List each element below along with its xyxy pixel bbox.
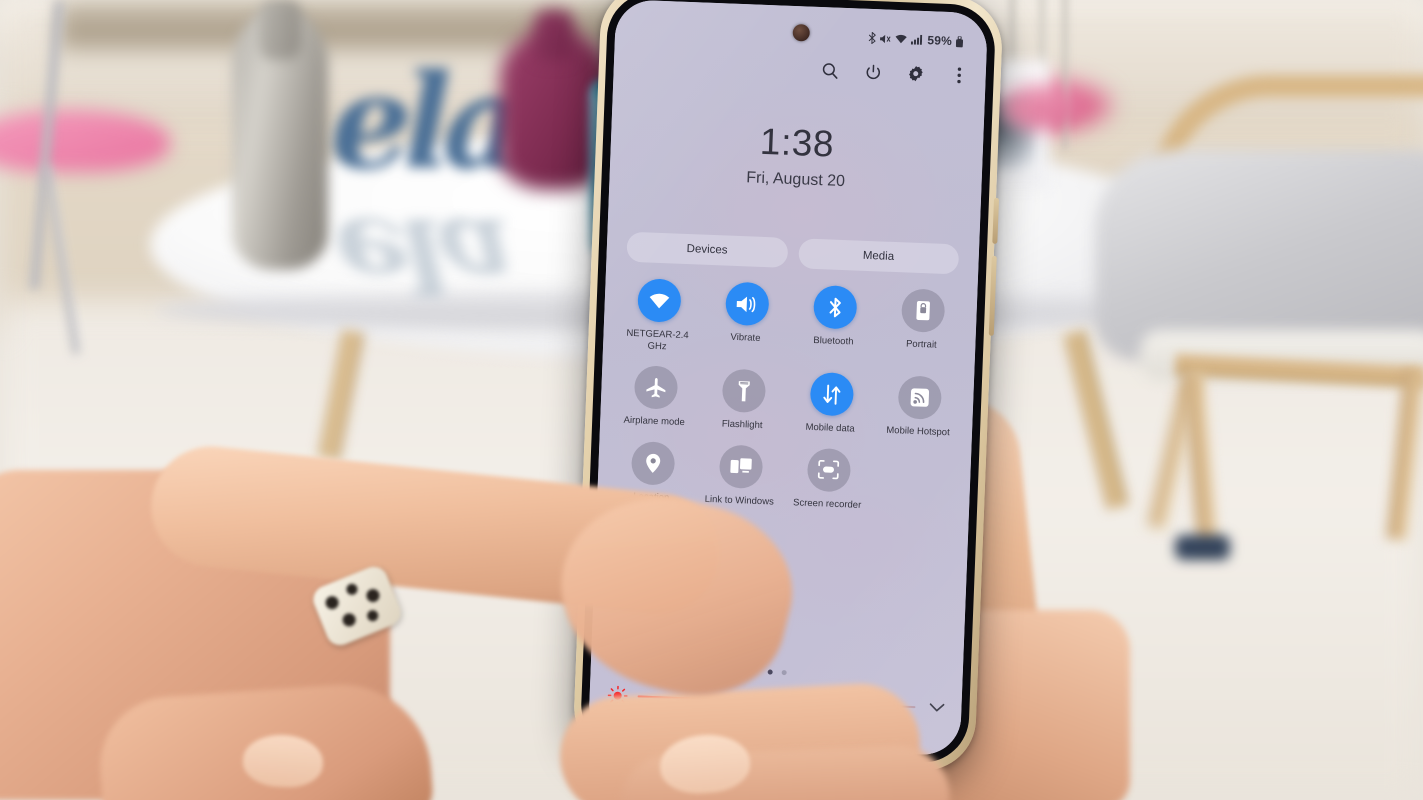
search-button[interactable]: [818, 59, 841, 82]
toggle-flashlight[interactable]: Flashlight: [698, 368, 788, 433]
wifi-icon: [636, 278, 682, 323]
clock-widget[interactable]: 1:38 Fri, August 20: [609, 117, 983, 196]
toggle-portrait[interactable]: Portrait: [877, 287, 968, 363]
clock-time: 1:38: [759, 120, 835, 165]
screen-recorder-icon: [806, 447, 851, 492]
hotspot-icon: [897, 375, 942, 420]
script-reflection: ela: [335, 194, 505, 315]
toggle-bluetooth[interactable]: Bluetooth: [789, 284, 880, 360]
pink-vase-right: [1000, 85, 1080, 130]
page-dot-active[interactable]: [767, 669, 773, 675]
toggle-label: Mobile data: [805, 421, 855, 435]
chair-foot: [1175, 535, 1230, 560]
toggle-label: Bluetooth: [813, 334, 854, 348]
bluetooth-icon: [812, 284, 858, 330]
devices-media-row: Devices Media: [626, 231, 960, 275]
signal-icon: [911, 34, 923, 45]
metal-rail: [1063, 0, 1068, 150]
bluetooth-icon: [868, 31, 877, 45]
screenshot-scene: ela ela 59% 1:38 Fri, August 20 Devices …: [0, 0, 1423, 800]
page-dot[interactable]: [781, 669, 787, 676]
link-to-windows-icon: [718, 443, 763, 489]
toggle-wifi[interactable]: NETGEAR-2.4 GHz: [613, 277, 704, 353]
devices-button[interactable]: Devices: [626, 231, 788, 268]
battery-icon: [955, 35, 964, 47]
flashlight-icon: [721, 368, 766, 414]
toggle-mobile-hotspot[interactable]: Mobile Hotspot: [874, 374, 964, 439]
quick-settings-header: [818, 59, 970, 87]
toggle-link-to-windows[interactable]: Link to Windows: [695, 443, 785, 508]
toggle-label: Airplane mode: [623, 414, 686, 429]
battery-percent-label: 59%: [927, 33, 953, 49]
toggle-label: Flashlight: [721, 418, 763, 432]
magenta-vase-neck: [534, 10, 574, 60]
toggle-mobile-data[interactable]: Mobile data: [786, 371, 876, 436]
toggle-label: Screen recorder: [792, 496, 862, 511]
mute-icon: [880, 33, 891, 44]
toggle-label: Link to Windows: [704, 493, 775, 508]
status-bar: 59%: [868, 31, 964, 49]
rotation-lock-icon: [900, 288, 945, 333]
wifi-icon: [895, 34, 908, 44]
media-button[interactable]: Media: [797, 238, 960, 275]
clock-date: Fri, August 20: [745, 169, 846, 191]
front-camera-punch-hole: [792, 23, 811, 42]
settings-button[interactable]: [904, 62, 927, 85]
toggle-label: Vibrate: [730, 331, 761, 344]
toggle-label: NETGEAR-2.4 GHz: [626, 327, 689, 352]
chevron-down-icon[interactable]: [925, 697, 948, 720]
vibrate-icon: [724, 281, 770, 327]
gray-vase-neck: [258, 0, 302, 60]
toggle-airplane-mode[interactable]: Airplane mode: [610, 364, 700, 429]
power-button[interactable]: [861, 61, 884, 84]
toggle-vibrate[interactable]: Vibrate: [701, 281, 792, 357]
location-pin-icon: [630, 440, 675, 486]
toggle-screen-recorder[interactable]: Screen recorder: [783, 446, 873, 511]
toggle-label: Mobile Hotspot: [886, 424, 950, 439]
airplane-icon: [633, 365, 678, 410]
mobile-data-icon: [809, 371, 854, 417]
chair-cushion: [1095, 150, 1423, 360]
quick-settings-toggle-grid: NETGEAR-2.4 GHz Vibrate Bluetooth Portra…: [607, 277, 967, 514]
more-options-button[interactable]: [947, 64, 970, 87]
toggle-label: Portrait: [905, 338, 937, 351]
